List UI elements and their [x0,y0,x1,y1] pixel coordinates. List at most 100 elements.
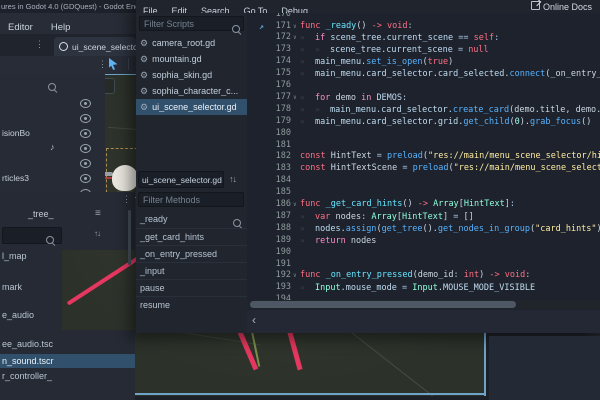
script-list-item[interactable]: ⚙mountain.gd [136,51,247,67]
line-number: 184 [247,175,291,187]
horizontal-scrollbar-track[interactable] [247,300,600,309]
code-token: "res://main/menu_scene_selector/hint_ [428,151,600,161]
collapse-panel-button[interactable]: ‹ [252,313,256,327]
visibility-eye-icon[interactable] [80,114,91,123]
sort-icon[interactable]: ↑↓ [94,229,100,238]
method-item-input[interactable]: _input [136,262,247,279]
code-line[interactable]: 177∨»for demo in DEMOS: [247,92,600,104]
script-list-item[interactable]: ⚙sophia_character_c... [136,83,247,99]
sort-methods-icon[interactable]: ↑↓ [229,174,236,184]
code-line[interactable]: 170 [247,13,600,21]
scene-tree-row[interactable] [0,111,105,126]
online-docs-button[interactable]: Online Docs [531,1,592,12]
visibility-eye-icon[interactable] [80,129,91,138]
code-line[interactable]: 178»»main_menu.card_selector.create_card… [247,104,600,116]
code-token: _ready [326,21,357,31]
tab-indent-mark: » [300,44,315,56]
character-model[interactable] [112,165,138,191]
visibility-eye-icon[interactable] [80,159,91,168]
script-list-item[interactable]: ⚙ui_scene_selector.gd [136,99,247,115]
line-number: 178 [247,104,291,116]
bottom-right-panel [489,336,600,400]
visibility-eye-icon[interactable] [80,99,91,108]
code-token: preload [413,163,449,173]
code-line[interactable]: 181 [247,140,600,152]
visibility-eye-icon[interactable] [80,144,91,153]
code-line[interactable]: 187»var nodes: Array[HintText] = [] [247,211,600,223]
code-line[interactable]: 190 [247,247,600,259]
filter-methods-input[interactable] [138,192,244,207]
search-icon [46,236,54,244]
hamburger-icon[interactable]: ≡ [95,208,100,219]
code-token: -> void [372,21,408,31]
script-list-item[interactable]: ⚙sophia_skin.gd [136,67,247,83]
code-line[interactable]: 185 [247,187,600,199]
code-line[interactable]: 171↗∨func _ready() -> void: [247,21,600,33]
code-token: main_menu. [315,57,366,67]
filesystem-item[interactable]: l_map [2,251,27,261]
code-line[interactable]: 182const HintText = preload("res://main/… [247,151,600,163]
filesystem-item[interactable]: ee_audio.tsc [2,339,53,349]
code-line[interactable]: 174»main_menu.set_is_open(true) [247,56,600,68]
filesystem-item[interactable]: mark [2,282,22,292]
scene-tree-row[interactable]: ♪ [0,141,105,156]
tab-indent-mark: » [300,32,315,44]
horizontal-scrollbar-thumb[interactable] [250,301,516,308]
code-token: () [356,21,371,31]
code-fold-icon[interactable]: ∨ [293,21,297,33]
code-line[interactable]: 186∨func _get_card_hints() -> Array[Hint… [247,199,600,211]
tab-bar-menu-icon[interactable]: ⋮ [35,40,44,49]
code-editor[interactable]: 170171↗∨func _ready() -> void:172∨»if sc… [247,13,600,333]
code-line[interactable]: 173»»scene_tree.current_scene = null [247,44,600,56]
code-line[interactable]: 192∨func _on_entry_pressed(demo_id: int)… [247,270,600,282]
method-item-ready[interactable]: _ready [136,211,247,228]
method-item-on_entry_pressed[interactable]: _on_entry_pressed [136,245,247,262]
filesystem-item[interactable]: e_audio [2,310,34,320]
filesystem-item[interactable]: r_controller_ [2,371,52,381]
code-line[interactable]: 191 [247,259,600,271]
code-token: = [453,212,463,222]
code-fold-icon[interactable]: ∨ [293,32,297,44]
toolbar-separator [128,58,129,70]
dock-options-icon[interactable]: ⋮ [98,60,107,69]
code-line[interactable]: 179»main_menu.card_selector.grid.get_chi… [247,116,600,128]
code-token: ). [520,117,530,127]
code-fold-icon[interactable]: ∨ [293,92,297,104]
current-script-field[interactable]: ui_scene_selector.gd [138,171,224,188]
scene-tree-row[interactable] [0,96,105,111]
method-item-get_card_hints[interactable]: _get_card_hints [136,228,247,245]
code-fold-icon[interactable]: ∨ [293,270,297,282]
code-line[interactable]: 184 [247,175,600,187]
scene-tab-ui-scene-selector[interactable]: ui_scene_selector [54,37,136,56]
scene-tree-row[interactable]: rticles3 [0,171,105,186]
code-line[interactable]: 175»main_menu.card_selector.card_selecte… [247,68,600,80]
select-tool-icon[interactable] [107,57,119,76]
code-token: grab_focus [530,117,581,127]
visibility-eye-icon[interactable] [80,174,91,183]
menu-item-help[interactable]: Help [51,22,71,33]
scene-tree-row[interactable]: isionBo [0,126,105,141]
code-fold-icon[interactable]: ∨ [293,199,297,211]
method-item-resume[interactable]: resume [136,296,247,313]
filesystem-header-label[interactable]: _tree_ [28,209,54,219]
scrollbar-thumb[interactable] [128,210,131,265]
code-token: nodes [335,212,361,222]
filesystem-item[interactable]: n_sound.tscr [0,354,135,368]
dock-menu-icon[interactable]: ⋮ [122,195,131,204]
code-line[interactable]: 183const HintTextScene = preload("res://… [247,163,600,175]
script-editor-window: FileEditSearchGo ToDebug Online Docs ⚙ca… [136,0,600,333]
menu-item-editor[interactable]: Editor [8,22,33,33]
code-token: -> [418,199,428,209]
code-line[interactable]: 188»nodes.assign(get_tree().get_nodes_in… [247,223,600,235]
script-list-item[interactable]: ⚙camera_root.gd [136,35,247,51]
code-line[interactable]: 180 [247,128,600,140]
code-line[interactable]: 189»return nodes [247,235,600,247]
scene-tree-row[interactable] [0,156,105,171]
code-line[interactable]: 172∨»if scene_tree.current_scene == self… [247,32,600,44]
code-line[interactable]: 193»Input.mouse_mode = Input.MOUSE_MODE_… [247,282,600,294]
code-token: self [474,33,494,43]
method-item-pause[interactable]: pause [136,279,247,296]
filter-scripts-input[interactable] [139,16,244,31]
code-token: nodes [351,236,377,246]
code-line[interactable]: 176 [247,80,600,92]
